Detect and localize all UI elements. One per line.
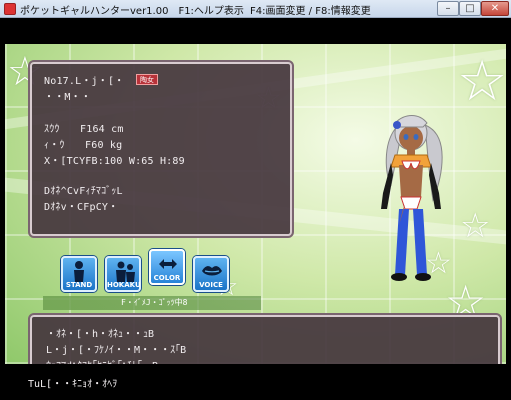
character-name: No17.L・j・[・: [44, 76, 125, 87]
maximize-button[interactable]: □: [459, 1, 481, 16]
stand-button[interactable]: STAND: [61, 256, 97, 292]
character-sprite[interactable]: [355, 105, 465, 285]
lips-icon: [202, 266, 222, 276]
bottom-status-text: TuL[・・ｷﾆｮｵ・ｵﾍｦ: [28, 379, 118, 390]
character-height: ｽｳｳ F164 cm: [44, 124, 124, 135]
hokaku-button[interactable]: HOKAKU: [105, 256, 141, 292]
close-button[interactable]: ✕: [481, 1, 509, 16]
app-icon: [4, 3, 16, 15]
swap-arrows-icon: [159, 259, 177, 269]
character-info-panel: No17.L・j・[・ 陶女 ・・M・・ ｽｳｳ F164 cm ｨ・ｳ F60…: [28, 60, 294, 238]
voice-button[interactable]: VOICE: [193, 256, 229, 292]
message-line-2: L・j・[・ﾌｹﾉｲ・・M・・・ｽ｢B: [46, 345, 187, 356]
message-line-1: ・ｵﾈ・[・h・ｵﾈｭ・・ｭB: [46, 329, 155, 340]
window-menu-hint: F4:画面変更 / F8:情報変更: [250, 6, 371, 17]
star-decoration-icon: ☆: [457, 49, 506, 114]
game-canvas[interactable]: ☆ ☆ ☆ ☆ ☆ ☆ ☆ No17.L・j・[・ 陶女 ・・M・・ ｽｳｳ F…: [5, 20, 506, 396]
hint-text: F・ｲﾞﾒJ・ｺﾟｯﾂ中8: [121, 298, 188, 307]
hokaku-button-label: HOKAKU: [107, 281, 141, 289]
capture-icon: [116, 261, 135, 282]
character-detail-2: Dｵﾈv・CFpCY・: [44, 202, 119, 213]
character-weight: ｨ・ｳ F60 kg: [44, 140, 123, 151]
character-type: ・・M・・: [44, 92, 92, 103]
color-button[interactable]: COLOR: [149, 249, 185, 285]
character-detail-1: Dｵﾈ^CvFｨﾁﾏｺﾞｯL: [44, 186, 123, 197]
voice-button-label: VOICE: [199, 281, 223, 289]
color-button-label: COLOR: [153, 274, 181, 282]
window-titlebar[interactable]: ポケットギャルハンターver1.00 F1:ヘルプ表示 F4:画面変更 / F8…: [0, 0, 511, 18]
window-title: ポケットギャルハンターver1.00 F1:ヘルプ表示: [20, 6, 244, 17]
top-letterbox: [5, 20, 506, 44]
person-icon: [74, 261, 84, 282]
character-measurements: X・[TCYFB:100 W:65 H:89: [44, 156, 185, 167]
rarity-tag: 陶女: [136, 74, 158, 85]
minimize-button[interactable]: –: [437, 1, 459, 16]
stand-button-label: STAND: [65, 281, 93, 289]
